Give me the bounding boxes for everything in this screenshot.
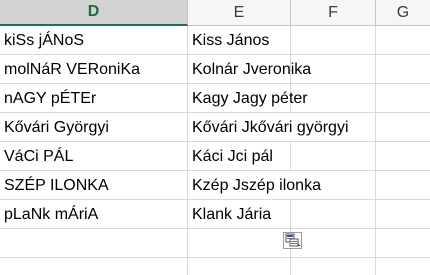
table-row: Kővári Györgyi Kővári Jkővári györgyi	[0, 113, 430, 142]
cell-d[interactable]	[0, 258, 188, 275]
paste-options-icon	[284, 233, 301, 248]
table-row	[0, 229, 430, 258]
spreadsheet: D E F G kiSs jÁNoS Kiss János molNáR VER…	[0, 0, 430, 275]
column-header-d[interactable]: D	[0, 0, 188, 26]
cell-g[interactable]	[376, 229, 430, 258]
cell-f[interactable]	[291, 200, 376, 229]
column-header-g[interactable]: G	[376, 0, 430, 26]
cell-f[interactable]	[291, 229, 376, 258]
column-header-e[interactable]: E	[188, 0, 291, 26]
cell-g[interactable]	[376, 84, 430, 113]
table-row: SZÉP ILONKA Kzép Jszép ilonka	[0, 171, 430, 200]
cell-e[interactable]: Kővári Jkővári györgyi	[188, 113, 349, 142]
cell-e[interactable]: Klank Jária	[188, 200, 291, 229]
column-header-row: D E F G	[0, 0, 430, 27]
cell-e[interactable]: Káci Jci pál	[188, 142, 291, 171]
cell-d[interactable]: pLaNk mÁriA	[0, 200, 188, 229]
cell-g[interactable]	[376, 258, 430, 275]
cell-f[interactable]	[291, 113, 376, 142]
cell-f[interactable]	[291, 84, 376, 113]
cell-f[interactable]	[291, 142, 376, 171]
cell-e[interactable]	[188, 229, 291, 258]
cell-f[interactable]	[291, 55, 376, 84]
cell-g[interactable]	[376, 142, 430, 171]
cell-d[interactable]: nAGY pÉTEr	[0, 84, 188, 113]
cell-e[interactable]: Kiss János	[188, 26, 291, 55]
cell-d[interactable]	[0, 229, 188, 258]
cell-d[interactable]: VáCi PÁL	[0, 142, 188, 171]
table-row: nAGY pÉTEr Kagy Jagy péter	[0, 84, 430, 113]
cell-d[interactable]: kiSs jÁNoS	[0, 26, 188, 55]
cell-f[interactable]	[291, 258, 376, 275]
cell-g[interactable]	[376, 55, 430, 84]
cell-e[interactable]: Kagy Jagy péter	[188, 84, 308, 113]
cell-d[interactable]: SZÉP ILONKA	[0, 171, 188, 200]
paste-options-button[interactable]	[283, 232, 302, 249]
cell-g[interactable]	[376, 171, 430, 200]
cell-d[interactable]: molNáR VERoniKa	[0, 55, 188, 84]
table-row: pLaNk mÁriA Klank Jária	[0, 200, 430, 229]
cell-g[interactable]	[376, 26, 430, 55]
table-row: kiSs jÁNoS Kiss János	[0, 26, 430, 55]
table-row: molNáR VERoniKa Kolnár Jveronika	[0, 55, 430, 84]
cell-e[interactable]: Kzép Jszép ilonka	[188, 171, 321, 200]
cell-e[interactable]: Kolnár Jveronika	[188, 55, 311, 84]
cell-e[interactable]	[188, 258, 291, 275]
cell-d[interactable]: Kővári Györgyi	[0, 113, 188, 142]
cell-g[interactable]	[376, 200, 430, 229]
cell-g[interactable]	[376, 113, 430, 142]
cell-grid: kiSs jÁNoS Kiss János molNáR VERoniKa Ko…	[0, 26, 430, 275]
cell-f[interactable]	[291, 171, 376, 200]
cell-f[interactable]	[291, 26, 376, 55]
column-header-f[interactable]: F	[291, 0, 376, 26]
table-row: VáCi PÁL Káci Jci pál	[0, 142, 430, 171]
table-row	[0, 258, 430, 275]
